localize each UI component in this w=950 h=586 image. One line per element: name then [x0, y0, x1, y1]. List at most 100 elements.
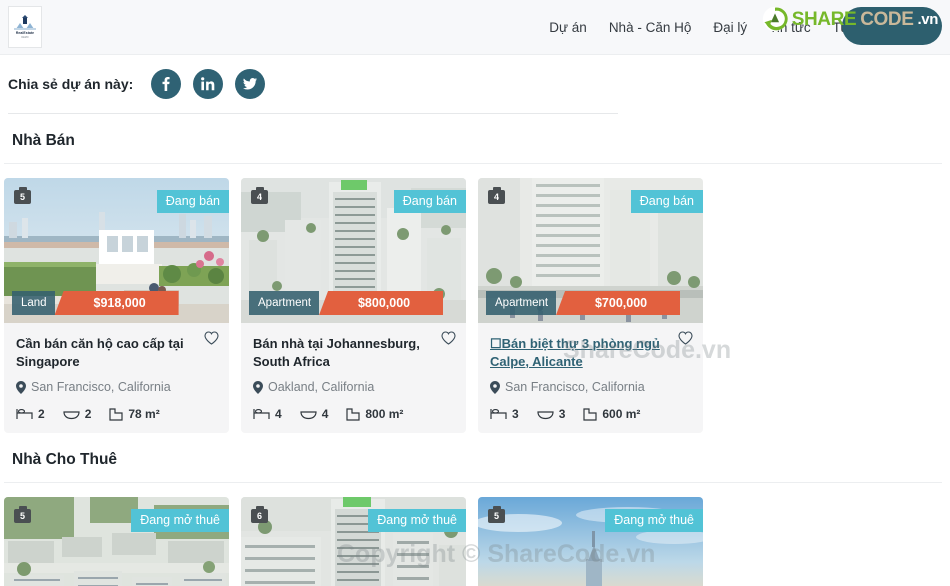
status-badge: Đang bán [630, 190, 703, 214]
nav-item-nha-can-ho[interactable]: Nhà - Căn Hộ [609, 20, 692, 35]
property-location: San Francisco, California [490, 380, 691, 394]
card-media[interactable]: 4 Đang bán Apartment $800,000 [241, 178, 466, 323]
brand-logo-name: RealEstate [15, 31, 35, 36]
spec-area: 78 m² [109, 407, 160, 421]
property-specs: 4 4 800 m² [253, 407, 454, 421]
property-type-label: Apartment [486, 291, 557, 315]
photo-count-badge: 4 [488, 187, 506, 204]
location-text: San Francisco, California [31, 380, 171, 394]
share-bar: Chia sẻ dự án này: [8, 55, 942, 99]
brand-logo[interactable]: RealEstate DEMO [8, 6, 42, 48]
favorite-heart-icon[interactable] [204, 331, 219, 350]
brand-logo-icon [14, 15, 36, 31]
card-media[interactable]: 6 Đang mở thuê [241, 497, 466, 586]
property-card[interactable]: 5 Đang mở thuê [478, 497, 703, 586]
map-pin-icon [16, 380, 26, 394]
bedrooms-count: 3 [512, 407, 519, 421]
bed-icon [253, 409, 270, 419]
property-price: $918,000 [54, 291, 179, 315]
main-navigation: Dự án Nhà - Căn Hộ Đại lý Tin tức Tuyển … [549, 20, 950, 35]
price-strip: Apartment $700,000 [486, 291, 697, 315]
property-title[interactable]: Bán nhà tại Johannesburg, South Africa [253, 335, 454, 371]
share-linkedin-button[interactable] [193, 69, 224, 99]
area-icon [109, 407, 123, 421]
status-badge: Đang bán [393, 190, 466, 214]
spec-bedrooms: 3 [490, 407, 519, 421]
rent-card-grid: 5 Đang mở thuê 6 Đang mở thuê 5 Đang mở … [0, 483, 950, 586]
card-media[interactable]: 4 Đang bán Apartment $700,000 [478, 178, 703, 323]
property-location: Oakland, California [253, 380, 454, 394]
nav-item-dai-ly[interactable]: Đại lý [713, 20, 747, 35]
bathrooms-count: 3 [558, 407, 566, 421]
property-card[interactable]: 4 Đang bán Apartment $700,000 ☐Bán biệt … [478, 178, 703, 433]
card-media[interactable]: 5 Đang mở thuê [478, 497, 703, 586]
facebook-icon [162, 77, 170, 91]
spec-bathrooms: 3 [537, 407, 566, 421]
spec-bathrooms: 2 [63, 407, 92, 421]
photo-count-badge: 4 [251, 187, 269, 204]
bedrooms-count: 4 [275, 407, 282, 421]
area-value: 78 m² [128, 407, 160, 421]
property-card[interactable]: 4 Đang bán Apartment $800,000 Bán nhà tạ… [241, 178, 466, 433]
property-type-label: Land [12, 291, 55, 315]
section-title-rent: Nhà Cho Thuê [12, 451, 118, 468]
card-media[interactable]: 5 Đang mở thuê [4, 497, 229, 586]
area-icon [346, 407, 360, 421]
sale-card-grid: 5 Đang bán Land $918,000 Cần bán căn hộ … [0, 164, 950, 433]
map-pin-icon [490, 380, 500, 394]
status-badge: Đang mở thuê [131, 509, 229, 533]
bed-icon [490, 409, 507, 419]
property-location: San Francisco, California [16, 380, 217, 394]
card-media[interactable]: 5 Đang bán Land $918,000 [4, 178, 229, 323]
twitter-icon [243, 77, 258, 90]
area-value: 800 m² [365, 407, 404, 421]
status-badge: Đang bán [156, 190, 229, 214]
property-price: $800,000 [319, 291, 444, 315]
nav-item-tuyen-dung[interactable]: Tuyển dụng [833, 20, 904, 35]
bath-icon [300, 411, 317, 420]
property-title[interactable]: Cần bán căn hộ cao cấp tại Singapore [16, 335, 217, 371]
bathrooms-count: 4 [321, 407, 329, 421]
favorite-heart-icon[interactable] [441, 331, 456, 350]
property-type-label: Apartment [249, 291, 320, 315]
site-header: RealEstate DEMO Dự án Nhà - Căn Hộ Đại l… [0, 0, 950, 55]
map-pin-icon [253, 380, 263, 394]
brand-logo-sub: DEMO [21, 35, 29, 39]
property-card[interactable]: 5 Đang mở thuê [4, 497, 229, 586]
price-strip: Land $918,000 [12, 291, 223, 315]
status-badge: Đang mở thuê [368, 509, 466, 533]
property-specs: 3 3 600 m² [490, 407, 691, 421]
area-value: 600 m² [602, 407, 641, 421]
property-card[interactable]: 6 Đang mở thuê [241, 497, 466, 586]
status-badge: Đang mở thuê [605, 509, 703, 533]
spec-area: 600 m² [583, 407, 640, 421]
card-body: Bán nhà tại Johannesburg, South Africa O… [241, 323, 466, 433]
card-body: Cần bán căn hộ cao cấp tại Singapore San… [4, 323, 229, 433]
nav-item-lien-he[interactable]: Li [925, 20, 936, 35]
linkedin-icon [201, 77, 215, 91]
bedrooms-count: 2 [38, 407, 45, 421]
favorite-heart-icon[interactable] [678, 331, 693, 350]
photo-count-badge: 5 [14, 187, 32, 204]
share-label: Chia sẻ dự án này: [8, 76, 134, 92]
share-twitter-button[interactable] [235, 69, 266, 99]
spec-bedrooms: 4 [253, 407, 282, 421]
spec-bedrooms: 2 [16, 407, 45, 421]
bath-icon [537, 411, 554, 420]
share-facebook-button[interactable] [151, 69, 182, 99]
bed-icon [16, 409, 33, 419]
bathrooms-count: 2 [84, 407, 92, 421]
spec-area: 800 m² [346, 407, 403, 421]
card-body: ☐Bán biệt thự 3 phòng ngủ Calpe, Alicant… [478, 323, 703, 433]
nav-item-tin-tuc[interactable]: Tin tức [769, 20, 811, 35]
area-icon [583, 407, 597, 421]
property-title[interactable]: ☐Bán biệt thự 3 phòng ngủ Calpe, Alicant… [490, 335, 691, 371]
price-strip: Apartment $800,000 [249, 291, 460, 315]
photo-count-badge: 5 [14, 506, 32, 523]
spec-bathrooms: 4 [300, 407, 329, 421]
property-price: $700,000 [556, 291, 681, 315]
photo-count-badge: 6 [251, 506, 269, 523]
nav-item-du-an[interactable]: Dự án [549, 20, 587, 35]
property-specs: 2 2 78 m² [16, 407, 217, 421]
property-card[interactable]: 5 Đang bán Land $918,000 Cần bán căn hộ … [4, 178, 229, 433]
